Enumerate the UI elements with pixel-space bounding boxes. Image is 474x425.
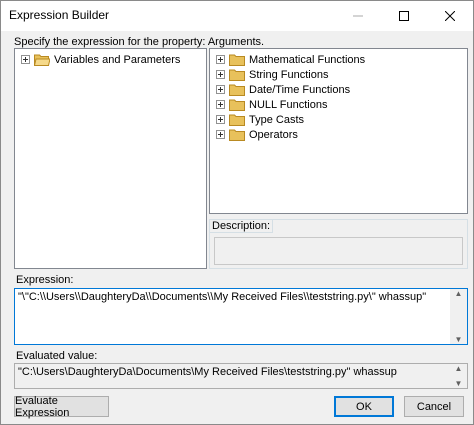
scroll-down-icon[interactable]: ▼ [455,335,463,344]
tree-item-null-functions[interactable]: NULL Functions [216,97,327,112]
window-title: Expression Builder [9,8,110,22]
expand-icon[interactable] [216,130,225,139]
cancel-button[interactable]: Cancel [404,396,464,417]
tree-item-string-functions[interactable]: String Functions [216,67,328,82]
evaluated-value-box: "C:\Users\DaughteryDa\Documents\My Recei… [14,363,468,389]
expand-icon[interactable] [216,55,225,64]
functions-tree[interactable]: Mathematical Functions String Functions … [209,48,468,214]
variables-tree[interactable]: Variables and Parameters [14,48,207,269]
expression-builder-window: Expression Builder Specify the expressio… [0,0,474,425]
scroll-up-icon[interactable]: ▲ [455,364,463,373]
tree-item-type-casts[interactable]: Type Casts [216,112,304,127]
scroll-up-icon[interactable]: ▲ [455,289,463,298]
tree-item-variables[interactable]: Variables and Parameters [21,52,180,67]
tree-item-label: Mathematical Functions [249,53,366,66]
evaluated-value-label: Evaluated value: [16,350,98,362]
expression-input[interactable]: "\"C:\\Users\\DaughteryDa\\Documents\\My… [14,288,468,345]
maximize-icon [399,11,409,21]
description-label: Description: [210,220,274,233]
folder-open-icon [34,54,50,66]
tree-item-label: Type Casts [249,113,305,126]
expand-icon[interactable] [216,70,225,79]
folder-icon [229,84,245,96]
ok-button[interactable]: OK [334,396,394,417]
expand-icon[interactable] [216,115,225,124]
expression-label: Expression: [16,274,74,286]
folder-icon [229,69,245,81]
evaluate-expression-button[interactable]: Evaluate Expression [14,395,109,419]
tree-item-label: Date/Time Functions [249,83,351,96]
tree-item-label: Operators [249,128,298,141]
tree-item-label: Variables and Parameters [54,53,181,66]
evaluated-scrollbar[interactable]: ▲ ▼ [450,364,467,388]
expand-icon[interactable] [21,55,30,64]
expand-icon[interactable] [216,85,225,94]
expression-text: "\"C:\\Users\\DaughteryDa\\Documents\\My… [18,291,427,303]
tree-item-label: NULL Functions [249,98,328,111]
tree-item-date-time-functions[interactable]: Date/Time Functions [216,82,350,97]
prompt-label: Specify the expression for the property:… [14,36,265,48]
close-icon [445,11,455,21]
title-bar: Expression Builder [1,1,473,31]
maximize-button[interactable] [381,1,427,31]
folder-icon [229,129,245,141]
close-button[interactable] [427,1,473,31]
scroll-down-icon[interactable]: ▼ [455,379,463,388]
description-box [214,237,463,265]
description-panel: Description: [209,219,468,269]
minimize-button[interactable] [335,1,381,31]
tree-item-operators[interactable]: Operators [216,127,298,142]
folder-icon [229,54,245,66]
folder-icon [229,114,245,126]
folder-icon [229,99,245,111]
tree-item-label: String Functions [249,68,329,81]
expression-scrollbar[interactable]: ▲ ▼ [450,289,467,344]
tree-item-mathematical-functions[interactable]: Mathematical Functions [216,52,365,67]
evaluated-value-text: "C:\Users\DaughteryDa\Documents\My Recei… [18,366,397,378]
expand-icon[interactable] [216,100,225,109]
minimize-icon [353,15,363,17]
